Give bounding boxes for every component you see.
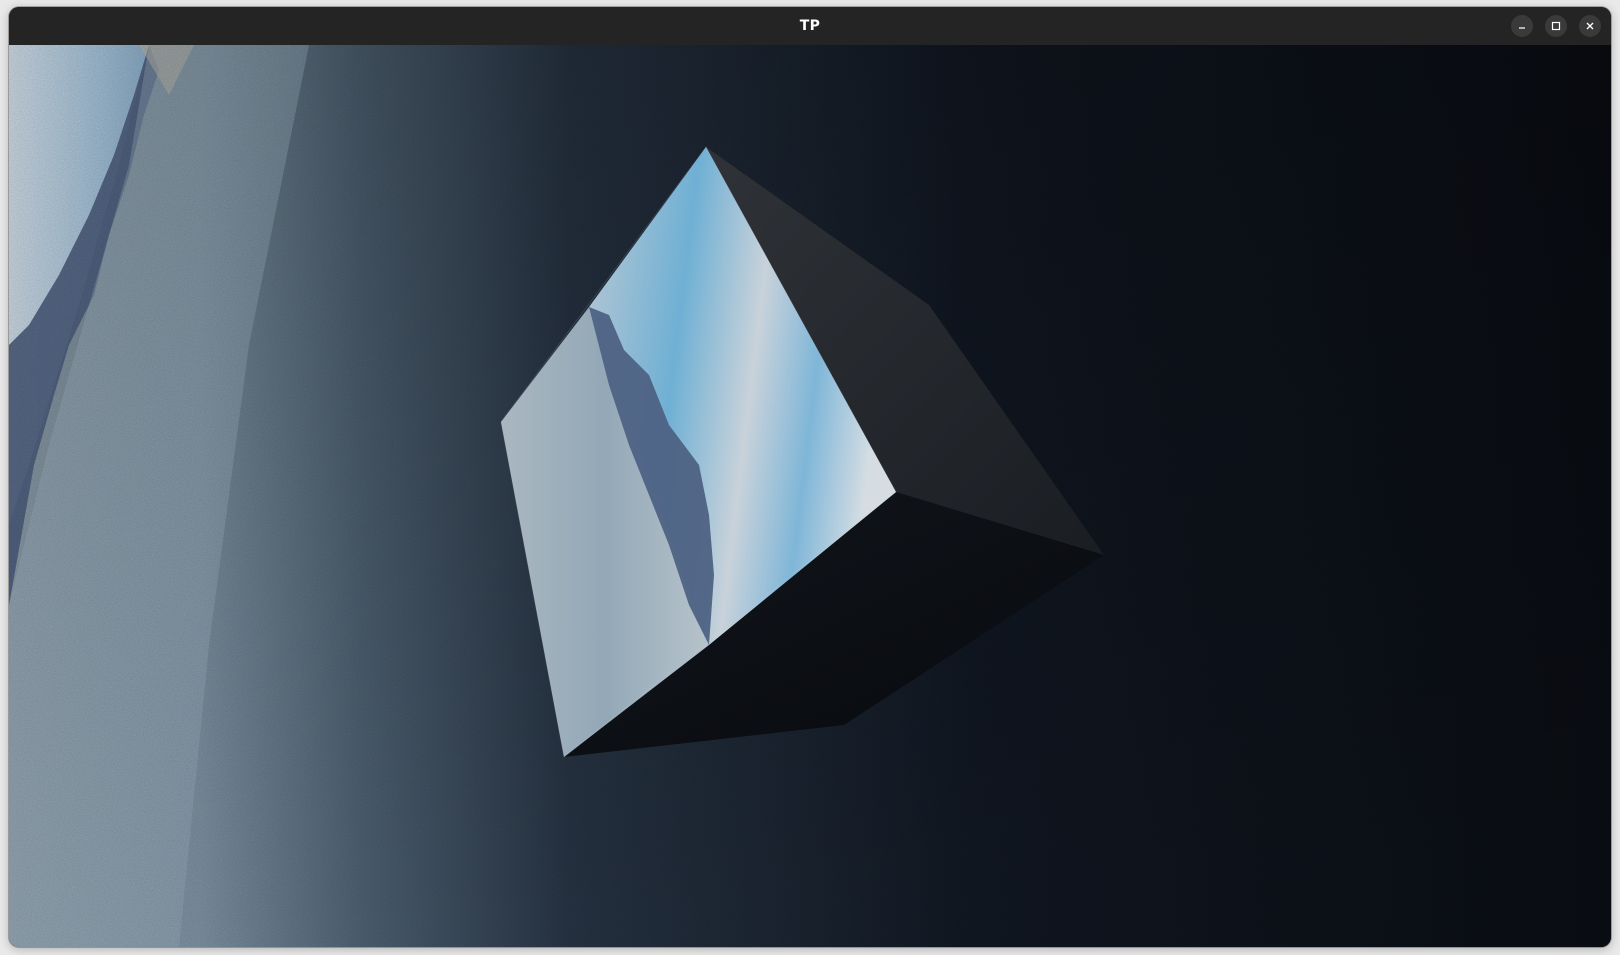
- close-icon: [1586, 22, 1594, 30]
- app-window: TP: [9, 7, 1611, 947]
- maximize-button[interactable]: [1545, 15, 1567, 37]
- render-viewport[interactable]: [9, 45, 1611, 947]
- title-bar[interactable]: TP: [9, 7, 1611, 45]
- scene-canvas: [9, 45, 1611, 947]
- window-title: TP: [799, 18, 821, 34]
- window-controls: [1511, 15, 1601, 37]
- maximize-icon: [1551, 21, 1561, 31]
- minimize-button[interactable]: [1511, 15, 1533, 37]
- minimize-icon: [1519, 27, 1525, 29]
- close-button[interactable]: [1579, 15, 1601, 37]
